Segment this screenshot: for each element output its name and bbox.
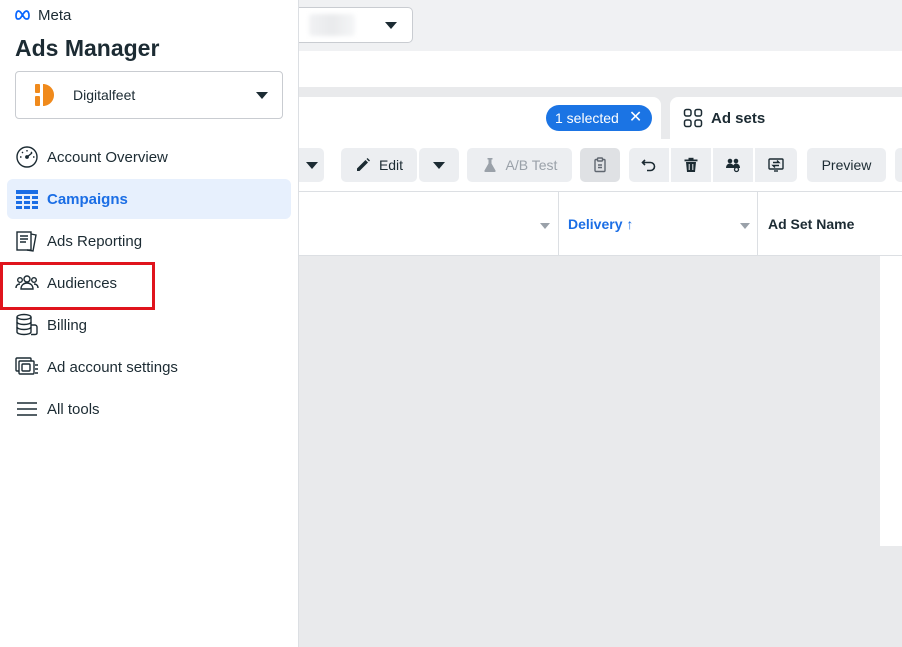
meta-logo-text: Meta: [38, 7, 72, 24]
delivery-header-label: Delivery: [568, 216, 623, 232]
close-icon[interactable]: ✕: [629, 110, 642, 126]
chevron-down-icon: [256, 92, 268, 99]
undo-button[interactable]: [629, 148, 669, 182]
flask-icon: [483, 158, 496, 172]
people-icon: [15, 271, 39, 295]
delete-button[interactable]: [671, 148, 711, 182]
sidebar-item-label: Billing: [47, 316, 88, 334]
ab-test-button[interactable]: A/B Test: [467, 148, 572, 182]
tab-campaigns[interactable]: 1 selected ✕: [299, 97, 661, 139]
column-divider[interactable]: [558, 192, 559, 256]
undo-icon: [641, 159, 656, 172]
chevron-down-icon[interactable]: [540, 223, 550, 229]
right-panel: [880, 256, 902, 546]
app-title: Ads Manager: [15, 35, 160, 61]
sidebar-nav: Account Overview Campaigns Ads Reporting…: [7, 137, 291, 431]
blurred-value: [309, 14, 355, 36]
sidebar-item-all-tools[interactable]: All tools: [7, 389, 291, 429]
account-selector[interactable]: Digitalfeet: [15, 71, 283, 119]
edit-dropdown-button[interactable]: [419, 148, 459, 182]
coins-icon: [15, 313, 39, 337]
chevron-down-icon: [305, 161, 318, 169]
tab-ad-sets-label: Ad sets: [711, 109, 766, 127]
account-name: Digitalfeet: [73, 87, 136, 103]
toolbar: Edit A/B Test Preview: [299, 139, 902, 191]
sidebar-item-ad-account-settings[interactable]: Ad account settings: [7, 347, 291, 387]
table-grid-icon: [15, 187, 39, 211]
sidebar-item-label: Ad account settings: [47, 358, 178, 376]
table-body: [299, 256, 880, 647]
people-gear-icon: [726, 158, 740, 173]
sidebar-item-billing[interactable]: Billing: [7, 305, 291, 345]
report-icon: [15, 229, 39, 253]
table-header: Delivery ↑ Ad Set Name: [299, 191, 902, 256]
edit-label: Edit: [378, 157, 404, 173]
top-dropdown[interactable]: [299, 7, 413, 43]
sidebar-item-label: Ads Reporting: [47, 232, 143, 250]
audience-button[interactable]: [713, 148, 753, 182]
selected-count-label: 1 selected: [555, 110, 619, 126]
sidebar-item-label: Campaigns: [47, 190, 128, 208]
ad-sets-grid-icon: [683, 108, 703, 128]
column-divider[interactable]: [757, 192, 758, 256]
trash-icon: [684, 157, 698, 172]
top-bar: [299, 0, 902, 51]
gauge-icon: [15, 145, 39, 169]
swap-window-icon: [768, 158, 784, 172]
ab-test-label: A/B Test: [505, 157, 558, 173]
filter-band: [299, 51, 902, 87]
create-dropdown-button[interactable]: [299, 148, 324, 182]
chevron-down-icon: [385, 22, 397, 29]
clipboard-icon: [594, 157, 606, 173]
sidebar-item-audiences[interactable]: Audiences: [7, 263, 291, 303]
sidebar-item-label: Audiences: [47, 274, 118, 292]
clipboard-button[interactable]: [580, 148, 620, 182]
meta-logo[interactable]: Meta: [15, 7, 71, 24]
preview-button[interactable]: Preview: [807, 148, 886, 182]
tab-ad-sets[interactable]: Ad sets: [670, 97, 902, 139]
preview-link-button[interactable]: [755, 148, 797, 182]
tab-bar: 1 selected ✕ Ad sets: [299, 97, 902, 139]
preview-label: Preview: [821, 157, 872, 173]
sidebar-item-campaigns[interactable]: Campaigns: [7, 179, 291, 219]
sidebar-item-account-overview[interactable]: Account Overview: [7, 137, 291, 177]
delivery-column-header[interactable]: Delivery ↑: [568, 216, 633, 232]
more-button[interactable]: [895, 148, 902, 182]
selected-count-pill[interactable]: 1 selected ✕: [546, 105, 653, 131]
account-logo-icon: [35, 84, 54, 106]
pencil-icon: [356, 158, 370, 171]
meta-infinity-icon: [15, 10, 30, 20]
chevron-down-icon: [433, 161, 445, 169]
sort-ascending-icon: ↑: [626, 216, 634, 232]
settings-cards-icon: [15, 355, 39, 379]
sidebar-item-label: Account Overview: [47, 148, 168, 166]
menu-icon: [15, 397, 39, 421]
ad-set-name-column-header[interactable]: Ad Set Name: [768, 216, 854, 232]
chevron-down-icon[interactable]: [740, 223, 750, 229]
edit-button[interactable]: Edit: [341, 148, 417, 182]
sidebar-item-label: All tools: [47, 400, 100, 418]
sidebar-item-ads-reporting[interactable]: Ads Reporting: [7, 221, 291, 261]
sidebar: Meta Ads Manager Digitalfeet Account Ove…: [0, 0, 299, 647]
